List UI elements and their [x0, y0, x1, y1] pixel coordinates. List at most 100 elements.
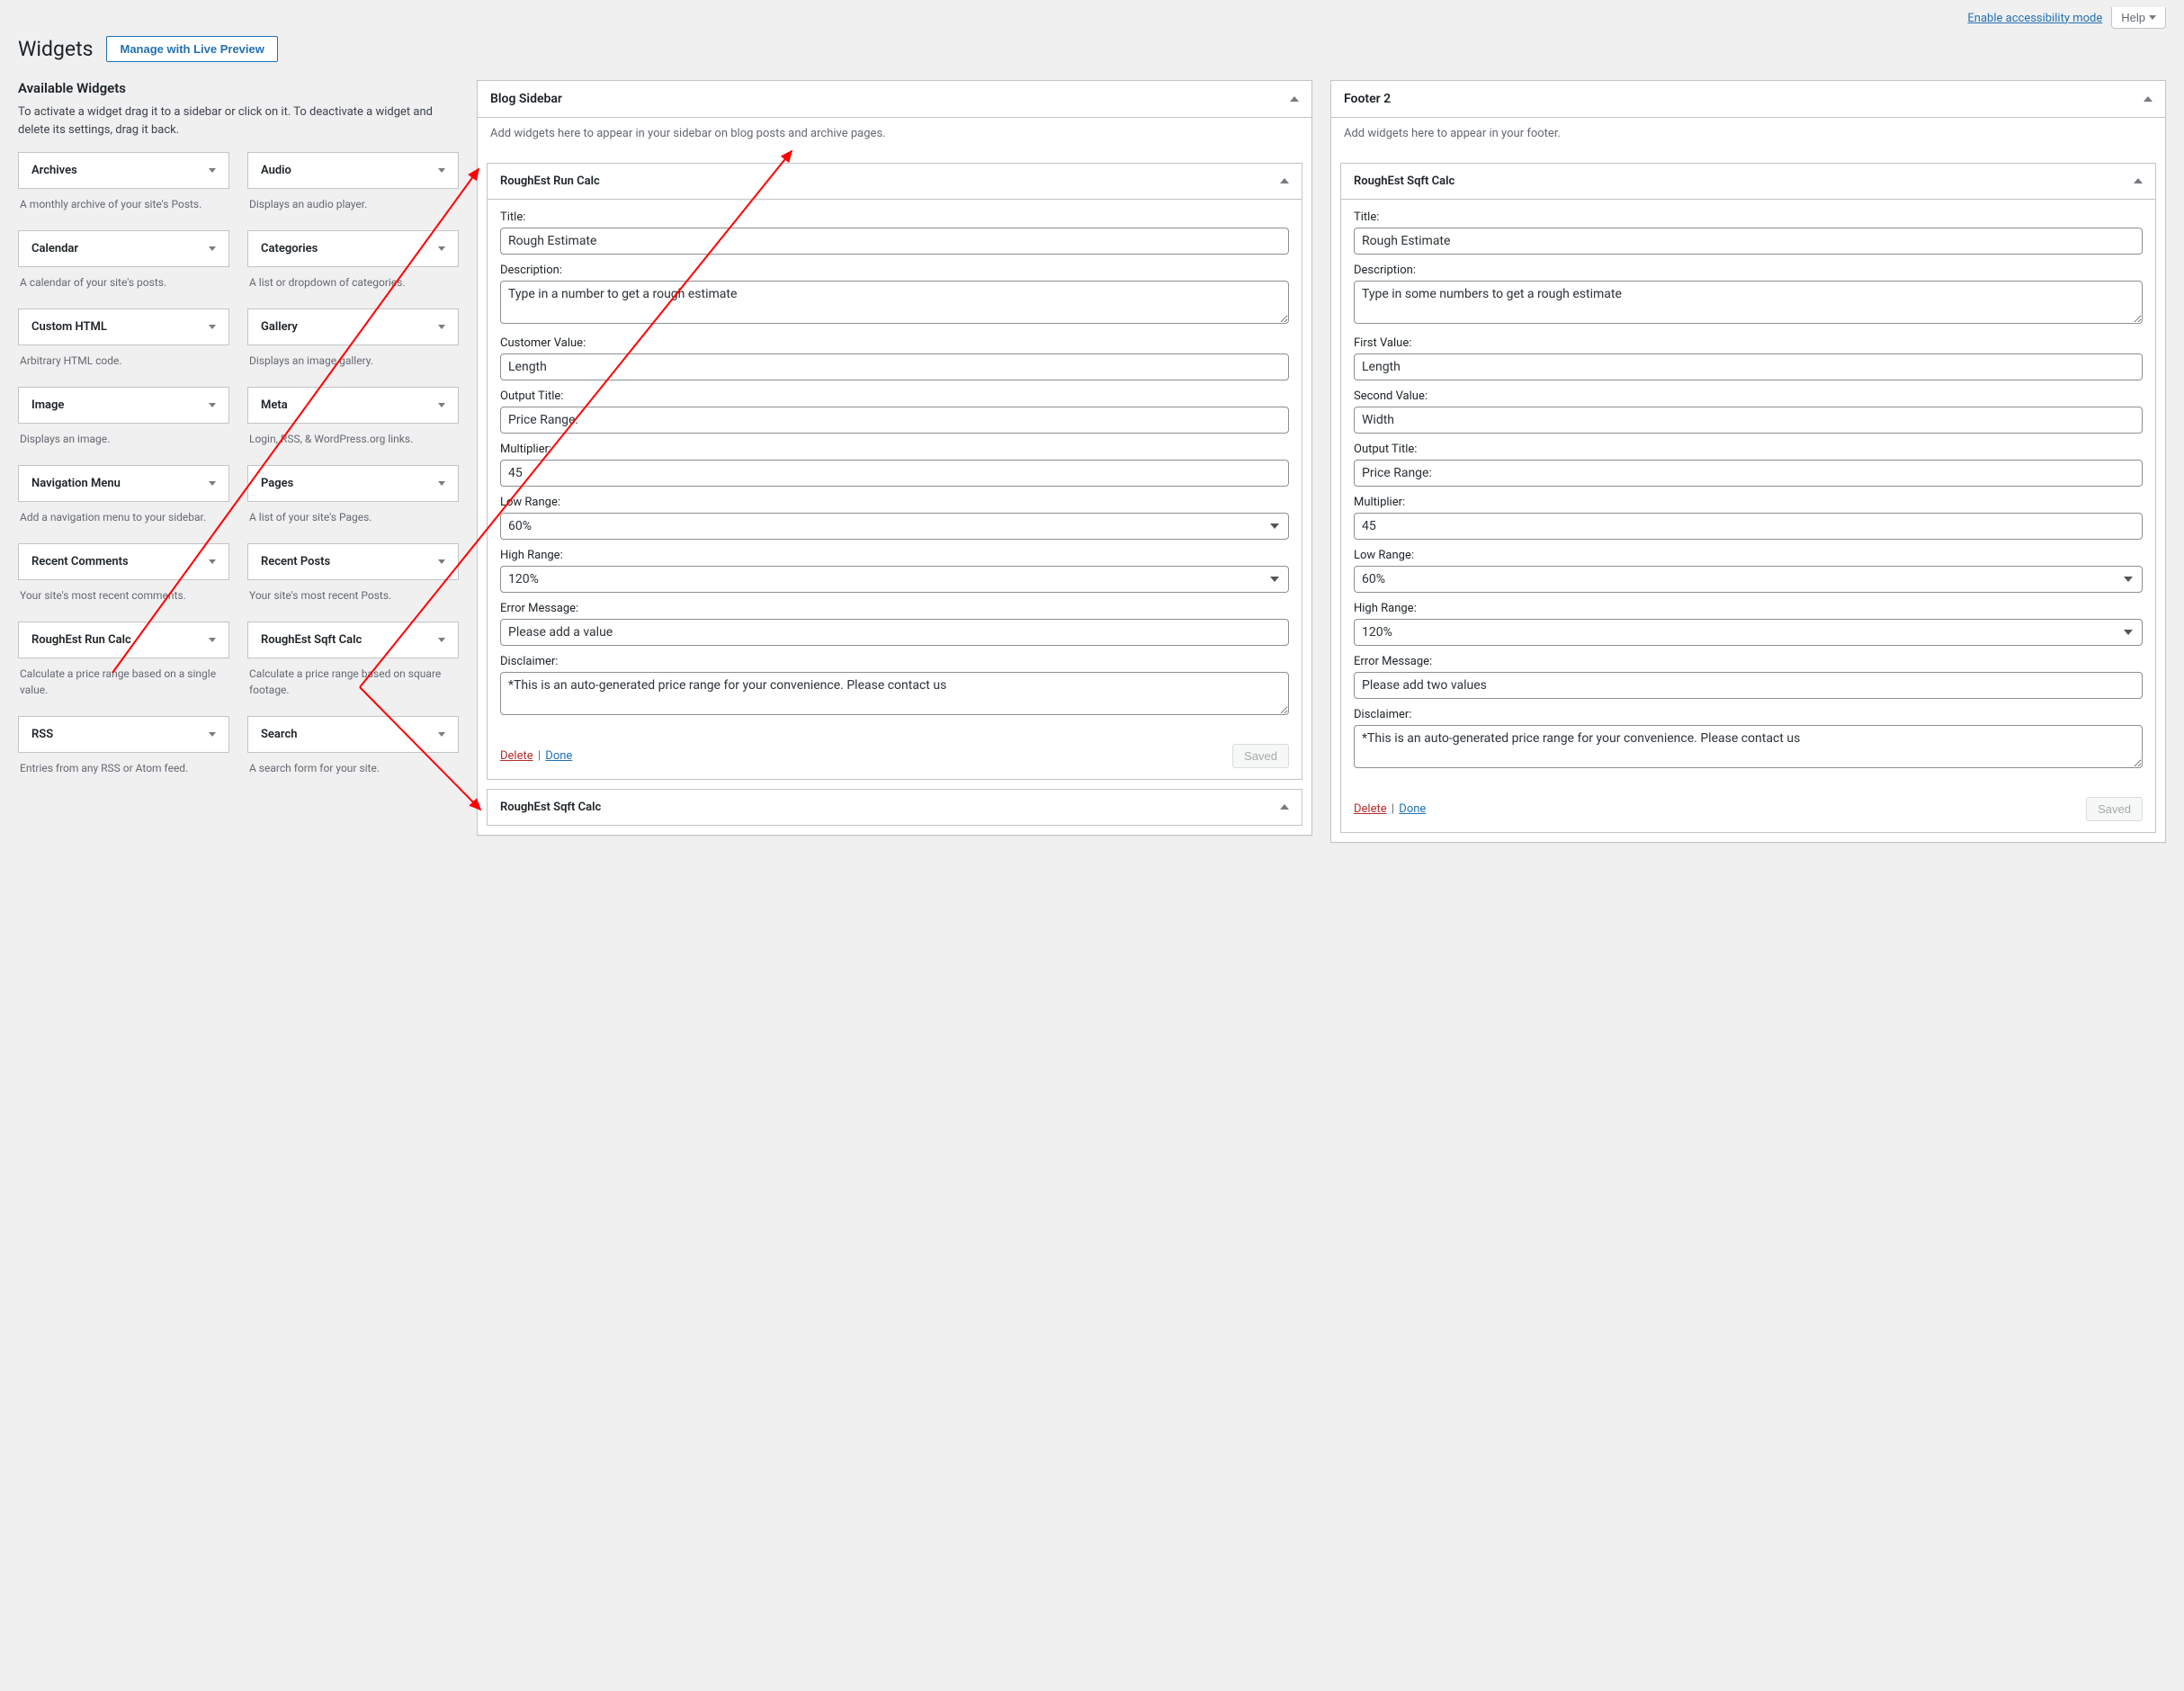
available-widget-rss[interactable]: RSS	[18, 716, 229, 753]
widget-header-roughest-sqft[interactable]: RoughEst Sqft Calc	[1341, 164, 2155, 200]
multiplier-input[interactable]	[1354, 513, 2143, 540]
available-widget-recent-comments[interactable]: Recent Comments	[18, 543, 229, 580]
field-label-first-value: First Value:	[1354, 336, 2143, 350]
available-widget-categories[interactable]: Categories	[247, 230, 459, 267]
available-widget-custom-html[interactable]: Custom HTML	[18, 309, 229, 345]
second-value-input[interactable]	[1354, 407, 2143, 434]
widget-description: A list of your site's Pages.	[247, 502, 459, 536]
widget-name: Meta	[261, 398, 288, 412]
available-widget-image[interactable]: Image	[18, 387, 229, 424]
error-message-input[interactable]	[500, 619, 1289, 646]
caret-down-icon	[209, 638, 216, 642]
widget-description: Add a navigation menu to your sidebar.	[18, 502, 229, 536]
sidebar-area-footer-2[interactable]: Footer 2	[1331, 81, 2165, 118]
saved-button: Saved	[1232, 744, 1289, 768]
accessibility-mode-link[interactable]: Enable accessibility mode	[1967, 12, 2102, 25]
disclaimer-textarea[interactable]	[1354, 725, 2143, 768]
disclaimer-textarea[interactable]	[500, 672, 1289, 715]
field-label-output-title: Output Title:	[500, 389, 1289, 403]
multiplier-input[interactable]	[500, 460, 1289, 487]
help-button[interactable]: Help	[2111, 7, 2166, 29]
caret-down-icon	[438, 403, 445, 407]
available-widgets-heading: Available Widgets	[18, 80, 459, 96]
widget-header-roughest-sqft[interactable]: RoughEst Sqft Calc	[488, 790, 1302, 825]
widget-description: A list or dropdown of categories.	[247, 267, 459, 301]
widget-name: Pages	[261, 477, 293, 490]
available-widget-navigation-menu[interactable]: Navigation Menu	[18, 465, 229, 502]
available-widget-recent-posts[interactable]: Recent Posts	[247, 543, 459, 580]
separator: |	[1392, 802, 1394, 816]
output-title-input[interactable]	[1354, 460, 2143, 487]
caret-up-icon	[1290, 96, 1299, 102]
title-input[interactable]	[1354, 228, 2143, 255]
field-label-low-range: Low Range:	[1354, 549, 2143, 562]
field-label-high-range: High Range:	[1354, 602, 2143, 615]
field-label-disclaimer: Disclaimer:	[500, 655, 1289, 668]
output-title-input[interactable]	[500, 407, 1289, 434]
caret-up-icon	[2144, 96, 2153, 102]
done-widget-link[interactable]: Done	[545, 749, 572, 763]
available-widget-calendar[interactable]: Calendar	[18, 230, 229, 267]
field-label-error: Error Message:	[1354, 655, 2143, 668]
caret-down-icon	[209, 325, 216, 329]
manage-live-preview-button[interactable]: Manage with Live Preview	[106, 36, 277, 62]
caret-down-icon	[438, 732, 445, 737]
delete-widget-link[interactable]: Delete	[1354, 802, 1387, 816]
caret-down-icon	[209, 403, 216, 407]
error-message-input[interactable]	[1354, 672, 2143, 699]
caret-down-icon	[209, 732, 216, 737]
high-range-select[interactable]: 120%	[1354, 619, 2143, 646]
widget-description: A monthly archive of your site's Posts.	[18, 189, 229, 223]
field-label-error: Error Message:	[500, 602, 1289, 615]
widget-name: Image	[31, 398, 64, 412]
description-textarea[interactable]	[500, 281, 1289, 324]
low-range-select[interactable]: 60%	[1354, 566, 2143, 593]
available-widget-archives[interactable]: Archives	[18, 152, 229, 189]
widget-description: Your site's most recent comments.	[18, 580, 229, 614]
done-widget-link[interactable]: Done	[1399, 802, 1426, 816]
available-widget-search[interactable]: Search	[247, 716, 459, 753]
widget-header-roughest-run[interactable]: RoughEst Run Calc	[488, 164, 1302, 200]
caret-up-icon	[1280, 804, 1289, 810]
page-title: Widgets	[18, 37, 93, 61]
title-input[interactable]	[500, 228, 1289, 255]
field-label-multiplier: Multiplier:	[500, 443, 1289, 456]
delete-widget-link[interactable]: Delete	[500, 749, 533, 763]
field-label-customer-value: Customer Value:	[500, 336, 1289, 350]
customer-value-input[interactable]	[500, 353, 1289, 380]
low-range-select[interactable]: 60%	[500, 513, 1289, 540]
widget-description: Arbitrary HTML code.	[18, 345, 229, 380]
available-widget-meta[interactable]: Meta	[247, 387, 459, 424]
widget-description: Displays an image gallery.	[247, 345, 459, 380]
first-value-input[interactable]	[1354, 353, 2143, 380]
caret-down-icon	[438, 168, 445, 173]
sidebar-area-blog-sidebar[interactable]: Blog Sidebar	[478, 81, 1311, 118]
sidebar-area-description: Add widgets here to appear in your sideb…	[478, 118, 1311, 154]
widget-description: Login, RSS, & WordPress.org links.	[247, 424, 459, 458]
widget-name: Calendar	[31, 242, 78, 255]
field-label-low-range: Low Range:	[500, 496, 1289, 509]
widget-name: Gallery	[261, 320, 298, 334]
available-widgets-description: To activate a widget drag it to a sideba…	[18, 103, 459, 139]
high-range-select[interactable]: 120%	[500, 566, 1289, 593]
caret-down-icon	[209, 481, 216, 486]
widget-name: RSS	[31, 728, 53, 741]
widget-description: Calculate a price range based on square …	[247, 658, 459, 709]
available-widget-audio[interactable]: Audio	[247, 152, 459, 189]
available-widget-gallery[interactable]: Gallery	[247, 309, 459, 345]
available-widget-pages[interactable]: Pages	[247, 465, 459, 502]
available-widget-roughest-run-calc[interactable]: RoughEst Run Calc	[18, 622, 229, 658]
widget-name: Archives	[31, 164, 77, 177]
widget-name: RoughEst Sqft Calc	[261, 633, 362, 647]
widget-name: Navigation Menu	[31, 477, 121, 490]
caret-down-icon	[438, 246, 445, 251]
widget-name: Search	[261, 728, 298, 741]
caret-up-icon	[1280, 178, 1289, 183]
caret-down-icon	[438, 325, 445, 329]
caret-down-icon	[438, 481, 445, 486]
widget-name: Custom HTML	[31, 320, 107, 334]
available-widget-roughest-sqft-calc[interactable]: RoughEst Sqft Calc	[247, 622, 459, 658]
caret-down-icon	[209, 246, 216, 251]
description-textarea[interactable]	[1354, 281, 2143, 324]
caret-down-icon	[2149, 15, 2156, 20]
